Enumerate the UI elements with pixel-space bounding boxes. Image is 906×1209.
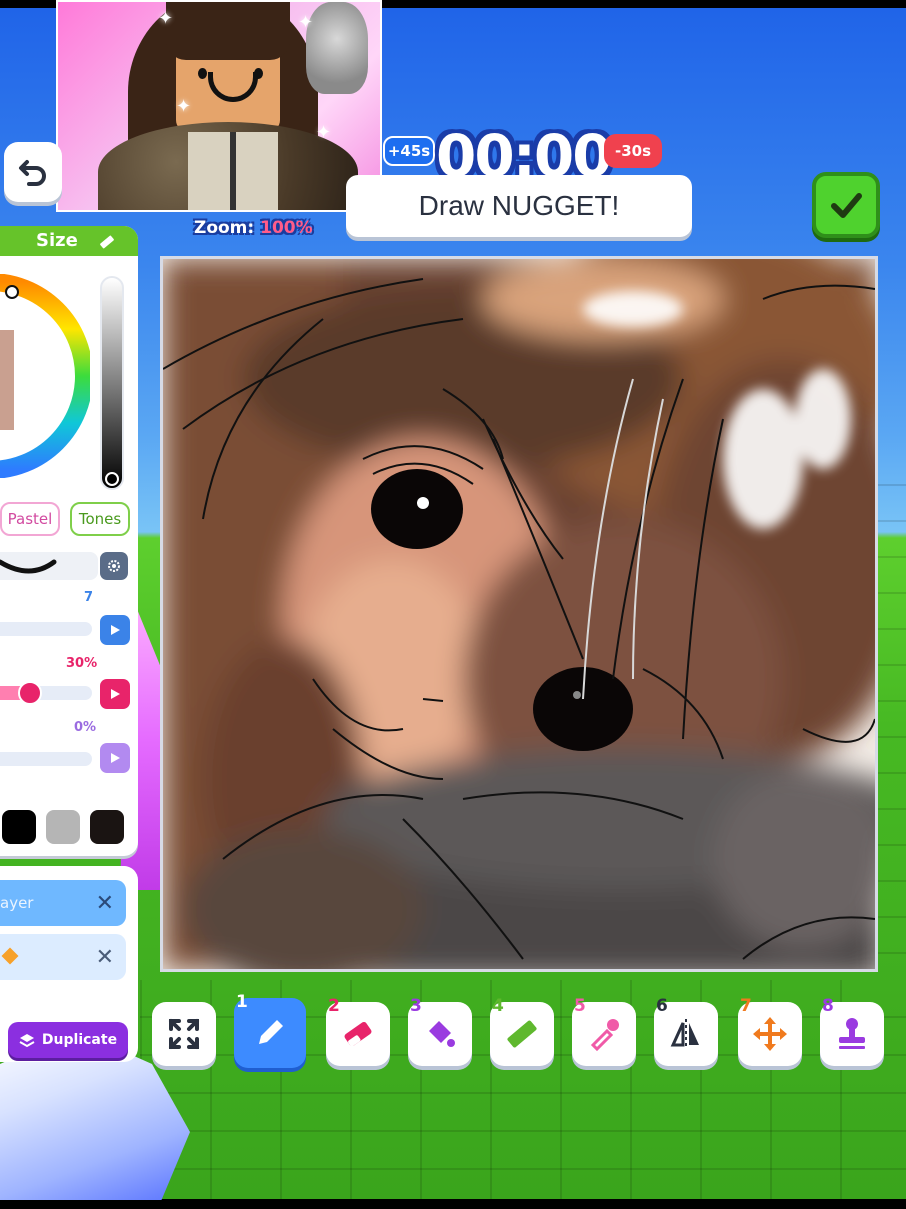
size-slider[interactable] bbox=[0, 622, 92, 636]
duplicate-label: Duplicate bbox=[41, 1032, 118, 1048]
close-icon[interactable]: ✕ bbox=[96, 945, 114, 970]
color-swatch-gray[interactable] bbox=[46, 810, 80, 844]
gear-icon bbox=[108, 560, 120, 572]
tool-number: 2 bbox=[328, 996, 340, 1016]
ruler-icon bbox=[507, 1020, 537, 1048]
smoothing-value: 0% bbox=[74, 720, 97, 735]
close-icon[interactable]: ✕ bbox=[96, 891, 114, 916]
pastel-button[interactable]: Pastel bbox=[0, 502, 60, 536]
eraser-icon bbox=[344, 1021, 372, 1047]
tool-number: 3 bbox=[410, 996, 422, 1016]
opacity-value: 30% bbox=[66, 656, 98, 671]
play-icon bbox=[111, 689, 120, 699]
tool-number: 7 bbox=[740, 996, 752, 1016]
panel-header: Size bbox=[0, 226, 138, 256]
undo-button[interactable] bbox=[4, 142, 62, 202]
color-swatch-black[interactable] bbox=[2, 810, 36, 844]
zoom-indicator: Zoom: 100% bbox=[190, 218, 317, 242]
play-icon bbox=[111, 753, 120, 763]
diamond-icon bbox=[1, 947, 19, 965]
mirror-icon bbox=[670, 1019, 699, 1049]
tool-number: 8 bbox=[822, 996, 834, 1016]
brightness-slider[interactable] bbox=[100, 276, 124, 490]
layers-icon bbox=[19, 1034, 35, 1048]
smoothing-increase-button[interactable] bbox=[100, 743, 130, 773]
brush-settings-button[interactable] bbox=[100, 552, 128, 580]
tones-button[interactable]: Tones bbox=[70, 502, 130, 536]
eyedropper-tool-button[interactable]: 5 bbox=[572, 996, 636, 1066]
floor-grid-right bbox=[876, 450, 906, 980]
tool-number: 5 bbox=[574, 996, 586, 1016]
color-wheel[interactable] bbox=[0, 273, 93, 479]
opacity-slider[interactable] bbox=[0, 681, 92, 705]
stamp-icon bbox=[839, 1018, 865, 1049]
checkmark-icon bbox=[831, 193, 862, 218]
undo-icon bbox=[19, 160, 46, 186]
stamp-tool-button[interactable]: 8 bbox=[820, 996, 884, 1066]
ruler-tool-button[interactable]: 4 bbox=[490, 996, 554, 1066]
eyedropper-icon bbox=[590, 1019, 619, 1052]
fill-tool-button[interactable]: 3 bbox=[408, 996, 472, 1066]
size-value: 7 bbox=[84, 590, 94, 605]
zoom-value: 100% bbox=[260, 218, 313, 238]
color-swatch-dark-brown[interactable] bbox=[90, 810, 124, 844]
zoom-label-text: Zoom: bbox=[194, 218, 255, 238]
fullscreen-button[interactable] bbox=[152, 1002, 216, 1066]
duplicate-layer-button[interactable]: Duplicate bbox=[8, 1022, 128, 1058]
layer-name: ayer bbox=[0, 894, 34, 912]
time-penalty-badge: -30s bbox=[604, 134, 662, 168]
brush-preview bbox=[0, 552, 98, 580]
move-icon bbox=[753, 1017, 787, 1051]
brush-panel: Size Pastel Tones 7 30% 0% bbox=[0, 226, 138, 856]
opacity-increase-button[interactable] bbox=[100, 679, 130, 709]
paint-bucket-icon bbox=[429, 1021, 455, 1047]
time-bonus-badge: +45s bbox=[383, 136, 435, 166]
eraser-tool-button[interactable]: 2 bbox=[326, 996, 390, 1066]
tool-number: 1 bbox=[236, 992, 248, 1012]
drawing-prompt: Draw NUGGET! bbox=[346, 175, 692, 237]
size-increase-button[interactable] bbox=[100, 615, 130, 645]
layer-row-1[interactable]: ayer ✕ bbox=[0, 880, 126, 926]
submit-button[interactable] bbox=[812, 172, 880, 238]
tool-number: 6 bbox=[656, 996, 668, 1016]
bottom-letterbox bbox=[0, 1199, 906, 1209]
panel-header-label: Size bbox=[36, 230, 78, 251]
layers-panel: ayer ✕ ✕ Duplicate bbox=[0, 866, 138, 1062]
move-tool-button[interactable]: 7 bbox=[738, 996, 802, 1066]
drawing-canvas[interactable] bbox=[160, 256, 878, 972]
tool-number: 4 bbox=[492, 996, 504, 1016]
play-icon bbox=[111, 625, 120, 635]
mirror-tool-button[interactable]: 6 bbox=[654, 996, 718, 1066]
ruler-icon[interactable] bbox=[98, 233, 116, 256]
pencil-icon bbox=[259, 1020, 283, 1044]
drawing-artwork bbox=[163, 259, 875, 969]
fullscreen-icon bbox=[169, 1019, 199, 1049]
player-avatar-image: ✦ ✦ ✦ ✦ bbox=[56, 0, 382, 212]
pencil-tool-button[interactable]: 1 bbox=[234, 992, 306, 1068]
smoothing-slider[interactable] bbox=[0, 752, 92, 766]
layer-row-2[interactable]: ✕ bbox=[0, 934, 126, 980]
